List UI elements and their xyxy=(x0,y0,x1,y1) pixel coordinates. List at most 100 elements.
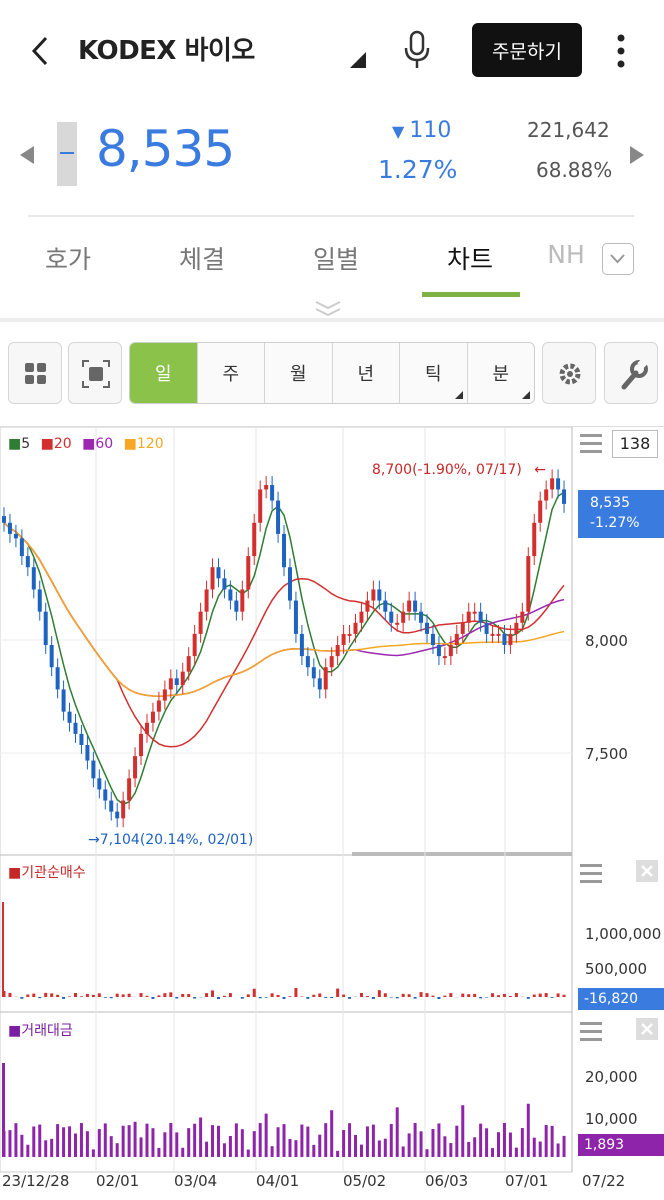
amount-bar xyxy=(288,1138,292,1157)
amount-bar xyxy=(258,1123,262,1157)
current-price: 8,535 xyxy=(96,120,235,178)
amount-bar xyxy=(127,1125,131,1157)
institution-bar xyxy=(252,988,256,997)
period-minute[interactable]: 분 xyxy=(468,343,535,403)
institution-bar xyxy=(502,993,506,997)
candle-body xyxy=(323,667,328,690)
amount-bar xyxy=(199,1117,203,1157)
candle-body xyxy=(180,671,185,685)
period-week[interactable]: 주 xyxy=(198,343,265,403)
candle-body xyxy=(240,589,245,612)
institution-bar xyxy=(383,993,387,997)
institution-bar xyxy=(216,997,220,999)
tab-trades[interactable]: 체결 xyxy=(152,240,252,276)
tab-chart[interactable]: 차트 xyxy=(420,240,520,276)
order-button[interactable]: 주문하기 xyxy=(472,23,582,77)
chart-menu-icon[interactable] xyxy=(580,432,602,458)
amount-close-icon[interactable] xyxy=(636,1018,658,1040)
amount-bar xyxy=(407,1133,411,1157)
institution-bar xyxy=(157,995,161,997)
amount-bar xyxy=(365,1126,369,1157)
institution-bar xyxy=(145,995,149,997)
candle-body xyxy=(234,600,239,612)
wrench-icon xyxy=(621,357,649,390)
tab-hoga[interactable]: 호가 xyxy=(18,240,118,276)
amount-bar xyxy=(91,1149,95,1157)
tab-nh[interactable]: NH xyxy=(536,240,596,269)
candle-body xyxy=(550,478,555,490)
candle-body xyxy=(252,522,257,557)
candle-body xyxy=(538,500,543,523)
institution-bar xyxy=(526,997,530,999)
institution-bar xyxy=(91,994,95,997)
institution-bar xyxy=(240,997,244,999)
amount-bar xyxy=(425,1149,429,1157)
candle-body xyxy=(389,611,394,623)
candle-body xyxy=(526,556,531,612)
candle-body xyxy=(460,622,465,634)
amount-bar xyxy=(318,1134,322,1157)
candle-count-box[interactable]: 138 xyxy=(612,430,658,458)
inst-tick-500k: 500,000 xyxy=(585,960,648,978)
institution-bar xyxy=(121,994,125,997)
candle-body xyxy=(425,622,430,634)
institution-bar xyxy=(550,997,554,998)
back-icon[interactable] xyxy=(28,34,52,72)
period-tick[interactable]: 틱 xyxy=(400,343,468,403)
candle-body xyxy=(282,533,287,568)
chart-settings-button[interactable] xyxy=(542,342,596,404)
institution-bar xyxy=(151,997,155,999)
amount-menu-icon[interactable] xyxy=(580,1020,602,1046)
amount-bar xyxy=(26,1144,30,1157)
mini-gauge-icon xyxy=(57,122,77,186)
institution-bar xyxy=(258,997,262,999)
tab-more-icon[interactable] xyxy=(602,243,634,275)
fullscreen-button[interactable] xyxy=(68,342,122,404)
page-title[interactable]: KODEX 바이오 xyxy=(78,30,255,67)
candle-body xyxy=(210,567,215,590)
section-divider xyxy=(0,318,664,322)
candle-body xyxy=(502,633,507,645)
period-day[interactable]: 일 xyxy=(130,343,198,403)
candle-body xyxy=(377,589,382,601)
candle-body xyxy=(186,656,191,672)
amount-bar xyxy=(377,1140,381,1157)
candle-body xyxy=(496,633,501,636)
amount-bar xyxy=(455,1125,459,1157)
institution-bar xyxy=(73,993,77,997)
period-year[interactable]: 년 xyxy=(333,343,400,403)
amount-bar xyxy=(205,1141,209,1157)
chart-tools-button[interactable] xyxy=(604,342,658,404)
dropdown-icon[interactable] xyxy=(350,52,366,72)
prev-stock-icon[interactable] xyxy=(20,146,34,168)
amount-bar xyxy=(514,1147,518,1157)
institution-bar xyxy=(449,993,453,997)
amount-bar xyxy=(544,1125,548,1157)
amount-bar xyxy=(50,1138,54,1157)
x-tick-3: 04/01 xyxy=(256,1172,300,1190)
next-stock-icon[interactable] xyxy=(630,146,644,168)
amount-bar xyxy=(8,1130,12,1157)
institution-close-icon[interactable] xyxy=(636,860,658,882)
candle-body xyxy=(401,611,406,623)
more-menu-icon[interactable] xyxy=(615,33,627,73)
institution-bar xyxy=(467,994,471,997)
layout-grid-button[interactable] xyxy=(8,342,62,404)
candle-body xyxy=(133,756,138,779)
tab-daily[interactable]: 일별 xyxy=(286,240,386,276)
amount-bar xyxy=(312,1144,316,1157)
institution-bar xyxy=(532,994,536,997)
price-chart[interactable] xyxy=(0,427,664,1200)
institution-bar xyxy=(318,993,322,997)
period-month[interactable]: 월 xyxy=(265,343,333,403)
period-minute-label: 분 xyxy=(492,364,510,385)
institution-bar xyxy=(443,995,447,997)
candle-body xyxy=(299,633,304,657)
institution-bar xyxy=(175,997,179,999)
price-change-value: 110 xyxy=(409,118,452,143)
expand-chevron-icon[interactable] xyxy=(312,300,344,320)
period-selector[interactable]: 일 주 월 년 틱 분 xyxy=(129,342,535,404)
institution-menu-icon[interactable] xyxy=(580,862,602,888)
institution-bar xyxy=(68,996,72,997)
microphone-icon[interactable] xyxy=(402,30,432,74)
